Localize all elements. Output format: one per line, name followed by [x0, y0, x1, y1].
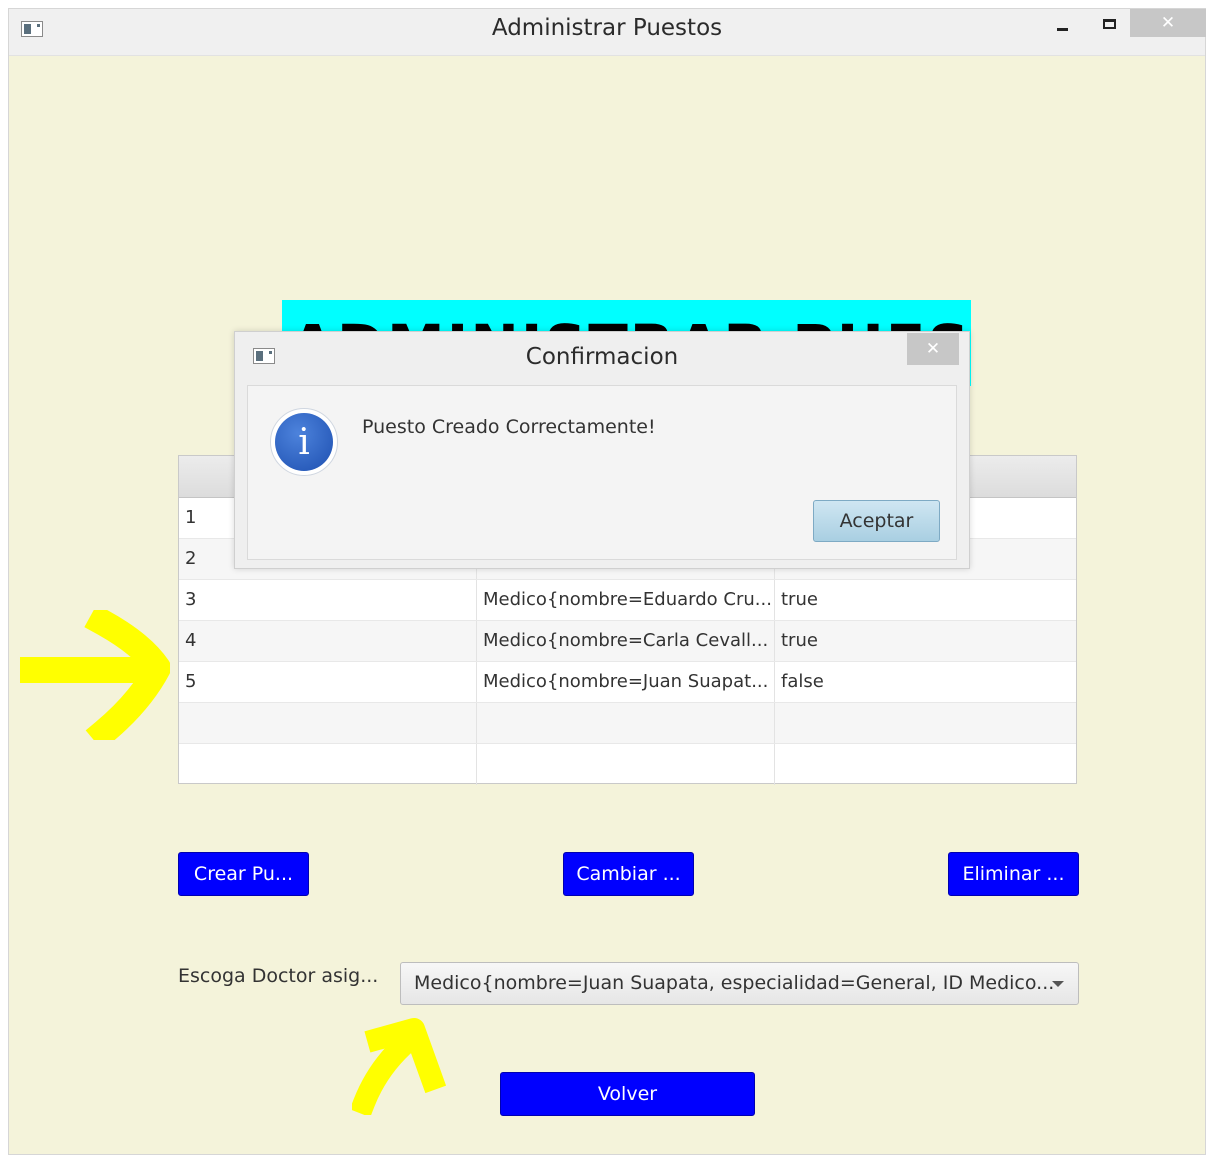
close-button[interactable]: ✕ — [1130, 9, 1206, 37]
table-cell-id — [179, 703, 477, 743]
table-cell-medico: Medico{nombre=Juan Suapat... — [477, 662, 775, 702]
chevron-down-icon[interactable] — [1052, 981, 1064, 987]
table-cell-medico — [477, 703, 775, 743]
close-icon: ✕ — [925, 339, 941, 359]
table-row[interactable] — [179, 744, 1076, 785]
dialog-body: i Puesto Creado Correctamente! Aceptar — [247, 385, 957, 560]
volver-button[interactable]: Volver — [500, 1072, 755, 1116]
table-cell-status: true — [781, 589, 818, 610]
table-cell-status — [775, 703, 1076, 743]
maximize-icon — [1102, 19, 1116, 29]
minimize-button[interactable] — [1047, 9, 1077, 39]
aceptar-button[interactable]: Aceptar — [813, 500, 940, 542]
minimize-icon — [1056, 27, 1068, 31]
confirmation-dialog: Confirmacion ✕ i Puesto Creado Correctam… — [234, 331, 970, 569]
window-title: Administrar Puestos — [491, 15, 723, 41]
table-row[interactable]: 5 Medico{nombre=Juan Suapat... false — [179, 662, 1076, 703]
table-cell-medico: Medico{nombre=Eduardo Cru... — [477, 580, 775, 620]
eliminar-button[interactable]: Eliminar ... — [948, 852, 1079, 896]
dialog-message: Puesto Creado Correctamente! — [362, 416, 656, 438]
table-cell-medico — [477, 744, 775, 785]
table-cell-id: 3 — [179, 580, 477, 620]
doctor-select-label: Escoga Doctor asig... — [178, 965, 379, 987]
crear-puesto-button[interactable]: Crear Pu... — [178, 852, 309, 896]
table-row[interactable]: 4 Medico{nombre=Carla Cevall... true — [179, 621, 1076, 662]
info-icon-glyph: i — [275, 413, 333, 471]
table-cell-medico: Medico{nombre=Carla Cevall... — [477, 621, 775, 661]
maximize-button[interactable] — [1094, 9, 1124, 39]
doctor-select-value: Medico{nombre=Juan Suapata, especialidad… — [414, 972, 1055, 994]
close-icon: ✕ — [1160, 13, 1176, 33]
table-row[interactable]: 3 Medico{nombre=Eduardo Cru... true — [179, 580, 1076, 621]
table-cell-status: false — [781, 671, 824, 692]
table-cell-status: true — [781, 630, 818, 651]
table-cell-id — [179, 744, 477, 785]
dialog-close-button[interactable]: ✕ — [907, 333, 959, 365]
cambiar-button[interactable]: Cambiar ... — [563, 852, 694, 896]
annotation-arrow-right-icon — [20, 610, 170, 740]
table-row[interactable] — [179, 703, 1076, 744]
table-cell-status — [775, 744, 1076, 785]
dialog-title: Confirmacion — [525, 344, 679, 370]
doctor-select[interactable]: Medico{nombre=Juan Suapata, especialidad… — [400, 962, 1079, 1005]
window-titlebar[interactable]: Administrar Puestos ✕ — [9, 9, 1206, 56]
dialog-titlebar[interactable]: Confirmacion ✕ — [235, 332, 969, 384]
table-cell-id: 4 — [179, 621, 477, 661]
annotation-arrow-up-icon — [352, 1018, 447, 1115]
table-cell-id: 5 — [179, 662, 477, 702]
info-icon: i — [270, 408, 338, 476]
